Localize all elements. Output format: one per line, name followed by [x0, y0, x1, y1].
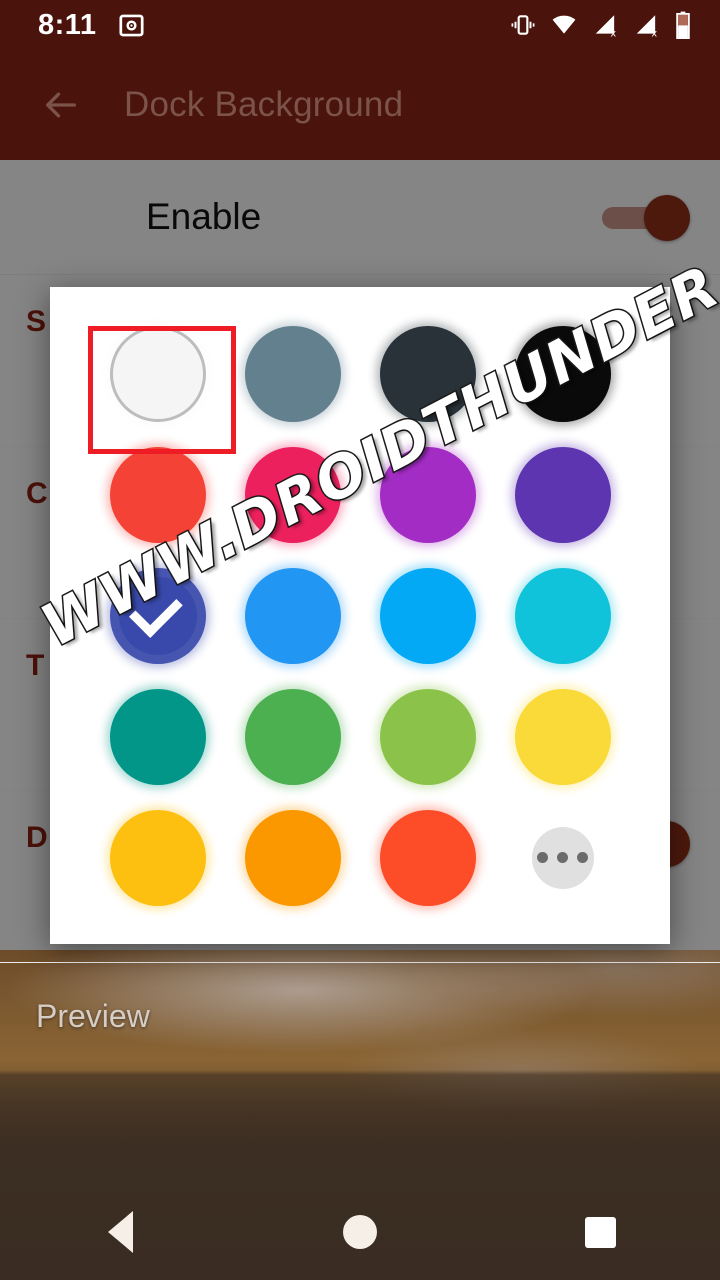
color-swatch-deep-orange[interactable] [379, 809, 476, 906]
back-arrow-icon[interactable] [24, 68, 98, 142]
color-swatch-cell[interactable] [360, 797, 495, 918]
color-swatch-blue[interactable] [244, 567, 341, 664]
color-swatch-cyan[interactable] [514, 567, 611, 664]
color-swatch-purple[interactable] [379, 446, 476, 543]
color-swatch-cell[interactable] [90, 313, 225, 434]
android-nav-bar [0, 1184, 720, 1280]
color-swatch-cell[interactable] [225, 434, 360, 555]
color-swatch-cell[interactable] [225, 313, 360, 434]
preview-label: Preview [36, 998, 150, 1034]
app-bar: Dock Background [0, 50, 720, 160]
color-swatch-light-green[interactable] [379, 688, 476, 785]
recents-nav-icon[interactable] [540, 1184, 660, 1280]
back-nav-icon[interactable] [60, 1184, 180, 1280]
battery-icon [674, 11, 692, 39]
checkmark-icon [128, 583, 183, 638]
page-title: Dock Background [124, 85, 404, 124]
color-swatch-blue-grey[interactable] [244, 325, 341, 422]
color-swatch-yellow[interactable] [514, 688, 611, 785]
color-swatch-cell[interactable] [360, 676, 495, 797]
status-time: 8:11 [38, 8, 97, 41]
color-swatch-cell[interactable] [90, 676, 225, 797]
more-options-icon [537, 852, 588, 863]
color-swatch-cell[interactable] [225, 797, 360, 918]
color-swatch-cell[interactable] [90, 555, 225, 676]
color-swatch-red[interactable] [109, 446, 206, 543]
color-swatch-white[interactable] [109, 325, 206, 422]
color-swatch-teal[interactable] [109, 688, 206, 785]
color-swatch-cell[interactable] [225, 555, 360, 676]
vibrate-icon [510, 12, 536, 38]
color-swatch-green[interactable] [244, 688, 341, 785]
color-swatch-orange[interactable] [244, 809, 341, 906]
signal-no-sim-2-icon: x [633, 12, 660, 38]
color-swatch-amber[interactable] [109, 809, 206, 906]
status-bar: 8:11 x x [0, 0, 720, 50]
color-swatch-deep-purple[interactable] [514, 446, 611, 543]
color-swatch-pink[interactable] [244, 446, 341, 543]
color-swatch-cell[interactable] [495, 797, 630, 918]
svg-text:x: x [610, 28, 616, 38]
color-swatch-charcoal[interactable] [379, 325, 476, 422]
color-swatch-cell[interactable] [90, 797, 225, 918]
signal-no-sim-1-icon: x [592, 12, 619, 38]
wifi-icon [550, 12, 578, 38]
color-swatch-grid [90, 313, 630, 918]
color-swatch-more-colors[interactable] [531, 826, 594, 889]
color-swatch-cell[interactable] [495, 313, 630, 434]
color-swatch-cell[interactable] [360, 313, 495, 434]
color-picker-dialog [50, 287, 670, 944]
color-swatch-cell[interactable] [90, 434, 225, 555]
color-swatch-indigo[interactable] [109, 567, 206, 664]
home-nav-icon[interactable] [300, 1184, 420, 1280]
svg-text:x: x [651, 28, 657, 38]
safe-vault-icon [118, 12, 145, 39]
color-swatch-cell[interactable] [360, 555, 495, 676]
color-swatch-cell[interactable] [495, 555, 630, 676]
color-swatch-black[interactable] [514, 325, 611, 422]
color-swatch-cell[interactable] [495, 434, 630, 555]
color-swatch-cell[interactable] [225, 676, 360, 797]
color-swatch-cell[interactable] [495, 676, 630, 797]
color-swatch-cell[interactable] [360, 434, 495, 555]
color-swatch-light-blue[interactable] [379, 567, 476, 664]
